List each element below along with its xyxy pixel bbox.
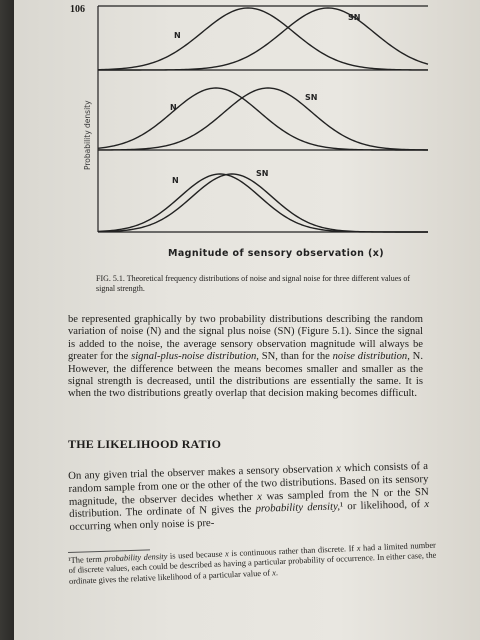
noise-curve [97, 173, 428, 233]
signal-noise-label: SN [348, 13, 360, 22]
signal-noise-label: SN [256, 169, 268, 178]
section-heading: THE LIKELIHOOD RATIO [68, 437, 222, 451]
x-axis-label: Magnitude of sensory observation (x) [168, 248, 384, 259]
paragraph-1: be represented graphically by two probab… [68, 314, 423, 400]
signal-noise-curve [97, 173, 428, 233]
signal-noise-curve [98, 7, 429, 71]
footnote: ¹The term probability density is used be… [68, 540, 437, 586]
noise-label: N [172, 176, 179, 185]
page-gutter-shadow [0, 0, 14, 640]
figure-caption: FIG. 5.1. Theoretical frequency distribu… [96, 274, 411, 293]
noise-label: N [174, 31, 181, 40]
noise-curve [97, 87, 428, 151]
signal-noise-curve [98, 87, 429, 151]
noise-curve [97, 7, 428, 71]
y-axis-label: Probability density [83, 100, 92, 170]
book-page: 106 N SN N SN N SN Probability density Magnit… [8, 0, 480, 640]
figure-5-1: N SN N SN N SN Probability density Magnitude … [83, 5, 429, 259]
signal-noise-label: SN [305, 93, 317, 102]
paragraph-2: On any given trial the observer makes a … [68, 459, 430, 534]
noise-label: N [170, 103, 177, 112]
